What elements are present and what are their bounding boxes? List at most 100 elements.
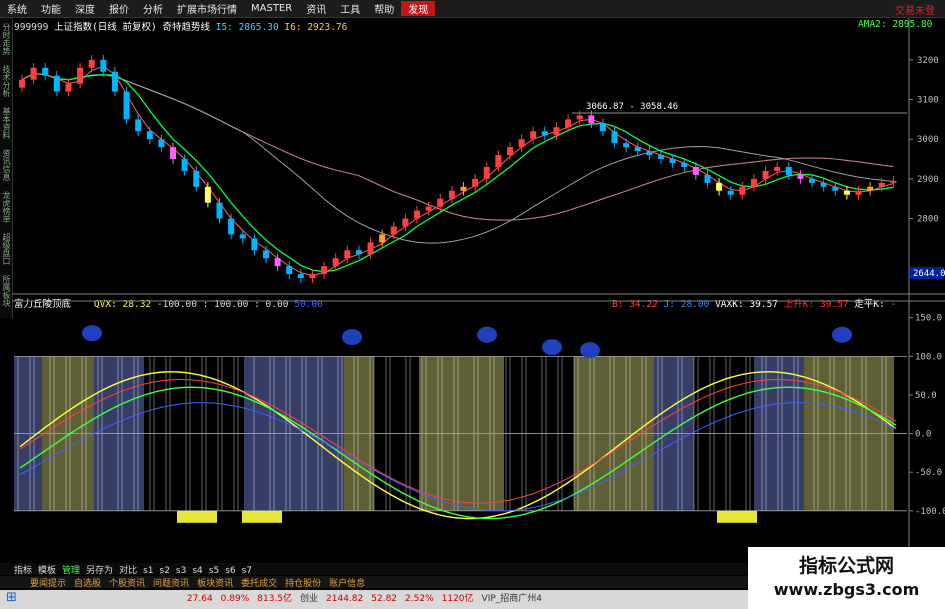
brand-title: 指标公式网 bbox=[798, 555, 894, 577]
candle-body bbox=[669, 159, 676, 163]
left-tab-1[interactable]: 技术分析 bbox=[0, 60, 12, 102]
menu-item-5[interactable]: 扩展市场行情 bbox=[170, 1, 244, 16]
indicator-tab-7[interactable]: s3 bbox=[176, 566, 186, 576]
candle-body bbox=[53, 75, 60, 92]
candle-body bbox=[204, 186, 211, 203]
left-tab-5[interactable]: 超级盘口 bbox=[0, 228, 12, 270]
indicator-tab-0[interactable]: 指标 bbox=[14, 566, 32, 576]
price-tick-label: 3200 bbox=[917, 56, 939, 66]
candle-body bbox=[437, 198, 444, 207]
news-tab-7[interactable]: 账户信息 bbox=[329, 579, 365, 589]
chart-svg[interactable]: 3066.87 - 3058.46 3200 3100 3000 2900 2800 264… bbox=[12, 18, 945, 559]
candle-body bbox=[704, 174, 711, 183]
menu-item-10[interactable]: 发现 bbox=[401, 1, 436, 16]
status-item-7: 1120亿 bbox=[441, 594, 474, 604]
indicator-tab-2[interactable]: 管理 bbox=[62, 566, 80, 576]
candle-body bbox=[355, 250, 362, 255]
osc-peak-marker bbox=[832, 326, 852, 343]
app-window: 系统 功能 深度 报价 分析 扩展市场行情 MASTER 资讯 工具 帮助 发现 交易未登 分时走势技… bbox=[0, 0, 945, 609]
candle-body bbox=[239, 234, 246, 239]
left-tab-3[interactable]: 资讯信息 bbox=[0, 144, 12, 186]
status-item-3: 创业 bbox=[300, 594, 319, 604]
left-tab-0[interactable]: 分时走势 bbox=[0, 18, 12, 60]
candle-body bbox=[867, 186, 874, 191]
news-tab-3[interactable]: 问题资讯 bbox=[153, 579, 189, 589]
candle-body bbox=[623, 143, 630, 148]
menu-item-2[interactable]: 深度 bbox=[68, 1, 102, 16]
status-item-5: 52.82 bbox=[371, 594, 398, 604]
menu-item-3[interactable]: 报价 bbox=[102, 1, 136, 16]
left-tab-2[interactable]: 基本资料 bbox=[0, 102, 12, 144]
start-icon[interactable]: ⊞ bbox=[6, 590, 17, 605]
candle-body bbox=[483, 166, 490, 179]
candle-body bbox=[878, 182, 885, 187]
candle-body bbox=[216, 202, 223, 219]
candle-body bbox=[681, 163, 688, 167]
candle-body bbox=[414, 210, 421, 219]
current-price-label: 2644.0 bbox=[913, 269, 945, 279]
candle-body bbox=[518, 139, 525, 148]
left-tab-6[interactable]: 所属板块 bbox=[0, 270, 12, 312]
candle-body bbox=[111, 71, 118, 92]
news-tab-5[interactable]: 委托成交 bbox=[241, 579, 277, 589]
candle-body bbox=[565, 119, 572, 128]
candle-body bbox=[228, 218, 235, 235]
chart-area[interactable]: 3066.87 - 3058.46 3200 3100 3000 2900 2800 264… bbox=[12, 18, 945, 559]
candle-body bbox=[576, 115, 583, 120]
menu-item-0[interactable]: 系统 bbox=[0, 1, 34, 16]
candle-body bbox=[425, 206, 432, 211]
candle-body bbox=[634, 147, 641, 152]
candle-body bbox=[379, 234, 386, 243]
status-item-2: 813.5亿 bbox=[257, 594, 293, 604]
menu-item-1[interactable]: 功能 bbox=[34, 1, 68, 16]
candle-body bbox=[309, 274, 316, 279]
indicator-tab-4[interactable]: 对比 bbox=[119, 566, 137, 576]
candle-body bbox=[809, 178, 816, 183]
candle-body bbox=[646, 151, 653, 156]
candle-body bbox=[19, 79, 25, 88]
news-tab-2[interactable]: 个股资讯 bbox=[109, 579, 145, 589]
brand-url: www.zbgs3.com bbox=[773, 580, 920, 599]
indicator-tab-1[interactable]: 模板 bbox=[38, 566, 56, 576]
osc-peak-marker bbox=[82, 325, 102, 342]
menu-item-4[interactable]: 分析 bbox=[136, 1, 170, 16]
candle-body bbox=[750, 178, 757, 187]
candle-body bbox=[274, 258, 281, 267]
trade-login-status[interactable]: 交易未登 bbox=[895, 2, 935, 17]
indicator-tab-6[interactable]: s2 bbox=[160, 566, 170, 576]
menu-item-8[interactable]: 工具 bbox=[333, 1, 367, 16]
menu-item-7[interactable]: 资讯 bbox=[299, 1, 333, 16]
indicator-tab-5[interactable]: s1 bbox=[143, 566, 153, 576]
candle-body bbox=[797, 174, 804, 179]
candle-body bbox=[692, 166, 699, 175]
osc-tick-label: -100.0 bbox=[915, 507, 945, 517]
indicator-tab-3[interactable]: 另存为 bbox=[86, 566, 113, 576]
news-tab-1[interactable]: 自选股 bbox=[74, 579, 101, 589]
news-tab-0[interactable]: 要闻提示 bbox=[30, 579, 66, 589]
news-tab-4[interactable]: 板块资讯 bbox=[197, 579, 233, 589]
candle-body bbox=[599, 123, 606, 132]
candle-body bbox=[170, 147, 177, 160]
indicator-tab-10[interactable]: s6 bbox=[225, 566, 235, 576]
indicator-tab-8[interactable]: s4 bbox=[192, 566, 202, 576]
osc-peak-marker bbox=[477, 326, 497, 343]
price-tick-label: 2900 bbox=[917, 175, 939, 185]
candle-body bbox=[855, 190, 862, 195]
candle-body bbox=[286, 266, 293, 275]
indicator-tab-9[interactable]: s5 bbox=[209, 566, 219, 576]
candle-body bbox=[193, 170, 200, 187]
candle-body bbox=[472, 178, 479, 187]
status-item-0: 27.64 bbox=[186, 594, 213, 604]
price-tick-label: 3100 bbox=[917, 96, 939, 106]
candle-body bbox=[321, 266, 328, 275]
candle-body bbox=[262, 250, 269, 259]
osc-peak-marker bbox=[542, 339, 562, 356]
left-tab-4[interactable]: 龙虎榜单 bbox=[0, 186, 12, 228]
menu-item-9[interactable]: 帮助 bbox=[367, 1, 401, 16]
price-tick-label: 3000 bbox=[917, 135, 939, 145]
candle-body bbox=[890, 180, 897, 183]
menu-item-6[interactable]: MASTER bbox=[244, 3, 299, 14]
candle-body bbox=[495, 155, 502, 167]
news-tab-6[interactable]: 持仓股份 bbox=[285, 579, 321, 589]
indicator-tab-11[interactable]: s7 bbox=[242, 566, 252, 576]
